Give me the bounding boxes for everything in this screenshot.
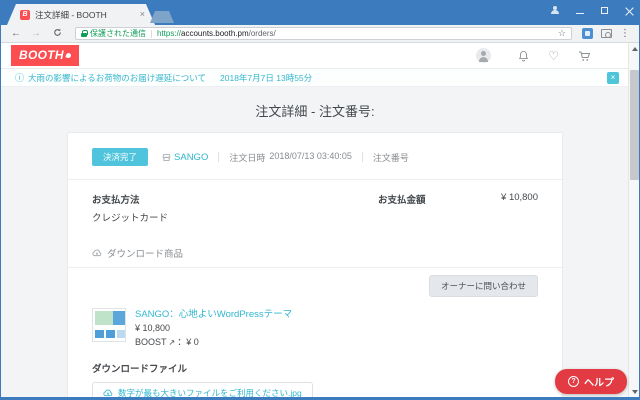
download-file-label: 数字が最も大きいファイルをご利用ください.jpg: [118, 387, 302, 397]
product-title-link[interactable]: SANGO：心地よいWordPressテーマ: [135, 308, 292, 322]
wishlist-heart-icon[interactable]: ♡: [548, 50, 559, 62]
payment-method: お支払方法 クレジットカード: [92, 192, 168, 224]
page-viewport: BOOTH ♡ ⓘ 大雨の影響によるお荷物のお届け遅延について 2018年7月7…: [1, 43, 629, 397]
payment-section: お支払方法 クレジットカード お支払金額 ¥ 10,800: [68, 180, 562, 234]
user-avatar[interactable]: [476, 48, 491, 63]
order-date-label: 注文日時: [229, 151, 265, 164]
url-text: https://accounts.booth.pm/orders/: [157, 29, 554, 38]
forward-button[interactable]: →: [26, 29, 46, 39]
window-controls: [550, 0, 634, 20]
download-file-button[interactable]: 数字が最も大きいファイルをご利用ください.jpg: [92, 382, 313, 397]
boost-label: BOOST: [135, 336, 167, 350]
notice-link[interactable]: 大雨の影響によるお荷物のお届け遅延について: [28, 72, 206, 84]
thumbnail-art: [106, 330, 115, 338]
contact-owner-row: オーナーに問い合わせ: [68, 268, 562, 297]
payment-amount-value: ¥ 10,800: [501, 192, 538, 224]
help-question-icon: ?: [568, 376, 579, 387]
order-date: 注文日時 2018/07/13 03:40:05: [229, 151, 352, 164]
payment-method-label: お支払方法: [92, 192, 168, 206]
omnibox-divider: [151, 30, 152, 38]
help-label: ヘルプ: [584, 374, 614, 389]
cart-icon[interactable]: [578, 50, 591, 62]
separator: [362, 152, 363, 162]
payment-method-value: クレジットカード: [92, 210, 168, 224]
url-path: /orders/: [249, 29, 276, 38]
boost-icon: ↗: [169, 337, 176, 349]
cloud-download-icon: [92, 249, 102, 257]
thumbnail-art: [95, 330, 104, 338]
browser-tab[interactable]: B 注文詳細 - BOOTH ×: [7, 4, 155, 25]
back-button[interactable]: ←: [6, 29, 26, 39]
banner-close-icon[interactable]: ×: [607, 72, 619, 84]
page-scrollbar[interactable]: [628, 43, 639, 397]
order-date-value: 2018/07/13 03:40:05: [269, 151, 352, 164]
close-window-button[interactable]: [625, 6, 634, 15]
notifications-bell-icon[interactable]: [518, 50, 529, 62]
booth-logo-paw-icon: [65, 52, 71, 58]
order-card: 決済完了 SANGO 注文日時 2018/07/13 03:40:05 注文番号…: [67, 132, 563, 397]
thumbnail-art: [95, 311, 113, 325]
url-protocol: https://: [157, 29, 181, 38]
download-files-list: 数字が最も大きいファイルをご利用ください.jpg sango-theme.1.3…: [68, 377, 562, 397]
help-button[interactable]: ? ヘルプ: [555, 369, 627, 394]
scrollbar-thumb[interactable]: [630, 70, 639, 180]
tab-close-icon[interactable]: ×: [140, 10, 145, 19]
profile-icon[interactable]: [550, 6, 559, 15]
download-section-title: ダウンロード商品: [107, 246, 183, 260]
separator: [218, 152, 219, 162]
window-border-left: [0, 0, 1, 400]
payment-amount-label: お支払金額: [378, 192, 426, 224]
product-info: SANGO：心地よいWordPressテーマ ¥ 10,800 BOOST ↗ …: [135, 308, 292, 349]
tab-title: 注文詳細 - BOOTH: [35, 9, 136, 21]
download-section-header: ダウンロード商品: [68, 234, 562, 268]
maximize-button[interactable]: [601, 7, 608, 14]
store-icon: [162, 153, 171, 162]
shop-link[interactable]: SANGO: [162, 152, 208, 163]
reload-button[interactable]: [48, 28, 67, 40]
cloud-download-icon: [103, 389, 113, 397]
download-files-title: ダウンロードファイル: [68, 349, 562, 377]
boost-value: ：¥ 0: [177, 336, 199, 350]
browser-titlebar: B 注文詳細 - BOOTH ×: [0, 0, 640, 25]
secure-label: 保護された通信: [90, 28, 146, 39]
url-host: accounts.booth.pm: [181, 29, 249, 38]
new-tab-button[interactable]: [150, 11, 174, 23]
thumbnail-art: [117, 330, 126, 338]
shop-name: SANGO: [174, 152, 208, 163]
minimize-button[interactable]: [576, 13, 584, 14]
order-number-label: 注文番号: [373, 151, 409, 164]
secure-lock-icon: [81, 30, 87, 37]
address-bar[interactable]: 保護された通信 https://accounts.booth.pm/orders…: [75, 27, 572, 40]
product-row: SANGO：心地よいWordPressテーマ ¥ 10,800 BOOST ↗ …: [68, 297, 562, 349]
header-icons: ♡: [476, 48, 615, 63]
boost-line: BOOST ↗ ：¥ 0: [135, 336, 292, 350]
payment-amount: お支払金額 ¥ 10,800: [378, 192, 538, 224]
order-number: 注文番号: [373, 151, 409, 164]
browser-toolbar: ← → 保護された通信 https://accounts.booth.pm/or…: [1, 25, 639, 43]
bookmark-star-icon[interactable]: ☆: [558, 29, 566, 38]
booth-favicon-icon: B: [20, 10, 30, 20]
booth-logo-text: BOOTH: [19, 48, 64, 62]
extension-icon[interactable]: [582, 28, 593, 39]
info-icon: ⓘ: [15, 71, 24, 84]
contact-owner-button[interactable]: オーナーに問い合わせ: [429, 275, 538, 297]
notice-date: 2018年7月7日 13時55分: [220, 72, 312, 84]
chrome-menu-icon[interactable]: ⋮: [616, 29, 634, 39]
download-file-row: 数字が最も大きいファイルをご利用ください.jpg: [92, 377, 538, 397]
page-title: 注文詳細 - 注文番号:: [1, 101, 629, 120]
booth-logo[interactable]: BOOTH: [11, 45, 79, 66]
order-status-row: 決済完了 SANGO 注文日時 2018/07/13 03:40:05 注文番号: [68, 133, 562, 179]
product-thumbnail[interactable]: [92, 308, 126, 342]
status-badge: 決済完了: [92, 148, 148, 166]
screenshot-extension-icon[interactable]: [601, 29, 612, 38]
booth-site-header: BOOTH ♡: [1, 43, 629, 69]
thumbnail-art: [113, 311, 125, 325]
notice-banner: ⓘ 大雨の影響によるお荷物のお届け遅延について 2018年7月7日 13時55分…: [1, 69, 629, 87]
product-price: ¥ 10,800: [135, 322, 292, 336]
